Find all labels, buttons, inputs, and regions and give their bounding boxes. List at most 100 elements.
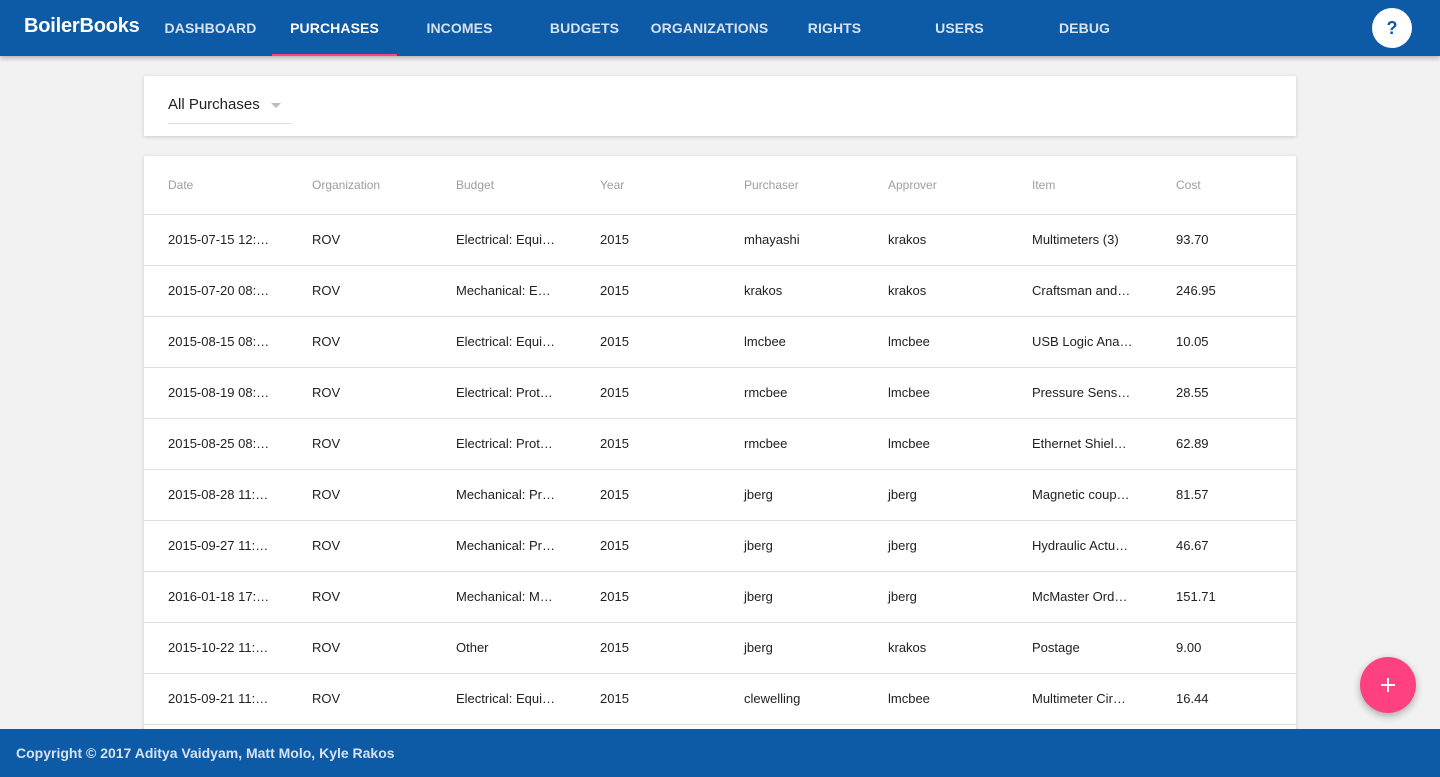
column-header-year[interactable]: Year xyxy=(600,178,624,192)
cell-date: 2015-07-15 12:… xyxy=(168,232,270,247)
purchase-filter-select[interactable]: All Purchases xyxy=(168,92,292,124)
cell-approver: krakos xyxy=(888,283,927,298)
cell-year: 2015 xyxy=(600,232,629,247)
cell-item: Multimeter Cir… xyxy=(1032,691,1126,706)
purchases-table: Date Organization Budget Year Purchaser … xyxy=(144,156,1296,736)
cell-cost: 16.44 xyxy=(1176,691,1209,706)
table-row[interactable]: 2015-09-27 11:… ROV Mechanical: Pr… 2015 jbe… xyxy=(144,521,1296,572)
cell-cost: 10.05 xyxy=(1176,334,1209,349)
cell-item: Postage xyxy=(1032,640,1080,655)
cell-approver: lmcbee xyxy=(888,691,930,706)
cell-organization: ROV xyxy=(312,283,341,298)
cell-approver: lmcbee xyxy=(888,436,930,451)
tab-incomes[interactable]: INCOMES xyxy=(397,0,522,56)
tab-debug[interactable]: DEBUG xyxy=(1022,0,1147,56)
table-row[interactable]: 2015-08-15 08:… ROV Electrical: Equi… 2015 l… xyxy=(144,317,1296,368)
cell-item: Craftsman and… xyxy=(1032,283,1131,298)
cell-date: 2015-08-25 08:… xyxy=(168,436,270,451)
cell-purchaser: krakos xyxy=(744,283,783,298)
cell-item: Pressure Sens… xyxy=(1032,385,1131,400)
cell-budget: Mechanical: Pr… xyxy=(456,538,555,553)
table-row[interactable]: 2015-07-15 12:… ROV Electrical: Equi… 2015 m… xyxy=(144,215,1296,266)
cell-cost: 62.89 xyxy=(1176,436,1209,451)
column-header-purchaser[interactable]: Purchaser xyxy=(744,178,799,192)
app-bar: BoilerBooks DASHBOARD PURCHASES INCOMES … xyxy=(0,0,1440,56)
column-header-cost[interactable]: Cost xyxy=(1176,178,1201,192)
cell-item: USB Logic Ana… xyxy=(1032,334,1133,349)
add-purchase-button[interactable] xyxy=(1360,657,1416,713)
cell-budget: Electrical: Equi… xyxy=(456,232,555,247)
copyright-text: Copyright © 2017 Aditya Vaidyam, Matt Mo… xyxy=(16,745,395,761)
filter-card: All Purchases xyxy=(144,76,1296,136)
cell-date: 2015-07-20 08:… xyxy=(168,283,270,298)
cell-cost: 151.71 xyxy=(1176,589,1216,604)
cell-purchaser: jberg xyxy=(744,589,773,604)
cell-organization: ROV xyxy=(312,691,341,706)
cell-organization: ROV xyxy=(312,334,341,349)
cell-item: Hydraulic Actu… xyxy=(1032,538,1129,553)
cell-year: 2015 xyxy=(600,487,629,502)
table-row[interactable]: 2015-07-20 08:… ROV Mechanical: E… 2015 krak… xyxy=(144,266,1296,317)
cell-budget: Mechanical: M… xyxy=(456,589,553,604)
tab-rights[interactable]: RIGHTS xyxy=(772,0,897,56)
cell-date: 2015-08-28 11:… xyxy=(168,487,269,502)
table-header: Date Organization Budget Year Purchaser … xyxy=(144,156,1296,215)
cell-approver: jberg xyxy=(888,538,917,553)
tab-dashboard[interactable]: DASHBOARD xyxy=(148,0,273,56)
cell-year: 2015 xyxy=(600,385,629,400)
cell-date: 2015-08-15 08:… xyxy=(168,334,270,349)
table-row[interactable]: 2015-08-19 08:… ROV Electrical: Prot… 2015 r… xyxy=(144,368,1296,419)
tab-budgets[interactable]: BUDGETS xyxy=(522,0,647,56)
table-body: 2015-07-15 12:… ROV Electrical: Equi… 2015 m… xyxy=(144,215,1296,725)
cell-item: Ethernet Shiel… xyxy=(1032,436,1127,451)
purchase-filter-value: All Purchases xyxy=(168,96,260,113)
cell-purchaser: clewelling xyxy=(744,691,801,706)
cell-year: 2015 xyxy=(600,334,629,349)
cell-organization: ROV xyxy=(312,640,341,655)
plus-icon xyxy=(1381,678,1395,692)
tab-purchases[interactable]: PURCHASES xyxy=(272,0,397,56)
column-header-item[interactable]: Item xyxy=(1032,178,1055,192)
cell-approver: lmcbee xyxy=(888,385,930,400)
cell-approver: jberg xyxy=(888,487,917,502)
cell-year: 2015 xyxy=(600,283,629,298)
cell-organization: ROV xyxy=(312,487,341,502)
cell-organization: ROV xyxy=(312,589,341,604)
tab-organizations[interactable]: ORGANIZATIONS xyxy=(647,0,772,56)
cell-budget: Mechanical: Pr… xyxy=(456,487,555,502)
cell-item: McMaster Ord… xyxy=(1032,589,1128,604)
cell-purchaser: mhayashi xyxy=(744,232,800,247)
cell-year: 2015 xyxy=(600,538,629,553)
table-row[interactable]: 2016-01-18 17:… ROV Mechanical: M… 2015 jber… xyxy=(144,572,1296,623)
cell-purchaser: jberg xyxy=(744,640,773,655)
cell-year: 2015 xyxy=(600,640,629,655)
cell-date: 2015-10-22 11:… xyxy=(168,640,269,655)
cell-approver: jberg xyxy=(888,589,917,604)
cell-date: 2016-01-18 17:… xyxy=(168,589,270,604)
cell-budget: Other xyxy=(456,640,489,655)
column-header-date[interactable]: Date xyxy=(168,178,193,192)
cell-budget: Electrical: Prot… xyxy=(456,436,553,451)
cell-budget: Electrical: Equi… xyxy=(456,334,555,349)
cell-budget: Electrical: Equi… xyxy=(456,691,555,706)
cell-approver: krakos xyxy=(888,232,927,247)
cell-purchaser: rmcbee xyxy=(744,385,788,400)
cell-organization: ROV xyxy=(312,436,341,451)
table-row[interactable]: 2015-09-21 11:… ROV Electrical: Equi… 2015 c… xyxy=(144,674,1296,725)
help-button[interactable]: ? xyxy=(1372,8,1412,48)
cell-year: 2015 xyxy=(600,436,629,451)
cell-budget: Mechanical: E… xyxy=(456,283,551,298)
column-header-budget[interactable]: Budget xyxy=(456,178,494,192)
column-header-organization[interactable]: Organization xyxy=(312,178,380,192)
cell-organization: ROV xyxy=(312,232,341,247)
table-row[interactable]: 2015-10-22 11:… ROV Other 2015 jberg krakos Po… xyxy=(144,623,1296,674)
table-row[interactable]: 2015-08-25 08:… ROV Electrical: Prot… 2015 r… xyxy=(144,419,1296,470)
column-header-approver[interactable]: Approver xyxy=(888,178,937,192)
cell-organization: ROV xyxy=(312,538,341,553)
help-icon: ? xyxy=(1386,17,1398,38)
tab-users[interactable]: USERS xyxy=(897,0,1022,56)
cell-item: Magnetic coup… xyxy=(1032,487,1130,502)
cell-date: 2015-09-21 11:… xyxy=(168,691,269,706)
cell-purchaser: lmcbee xyxy=(744,334,786,349)
table-row[interactable]: 2015-08-28 11:… ROV Mechanical: Pr… 2015 jbe… xyxy=(144,470,1296,521)
